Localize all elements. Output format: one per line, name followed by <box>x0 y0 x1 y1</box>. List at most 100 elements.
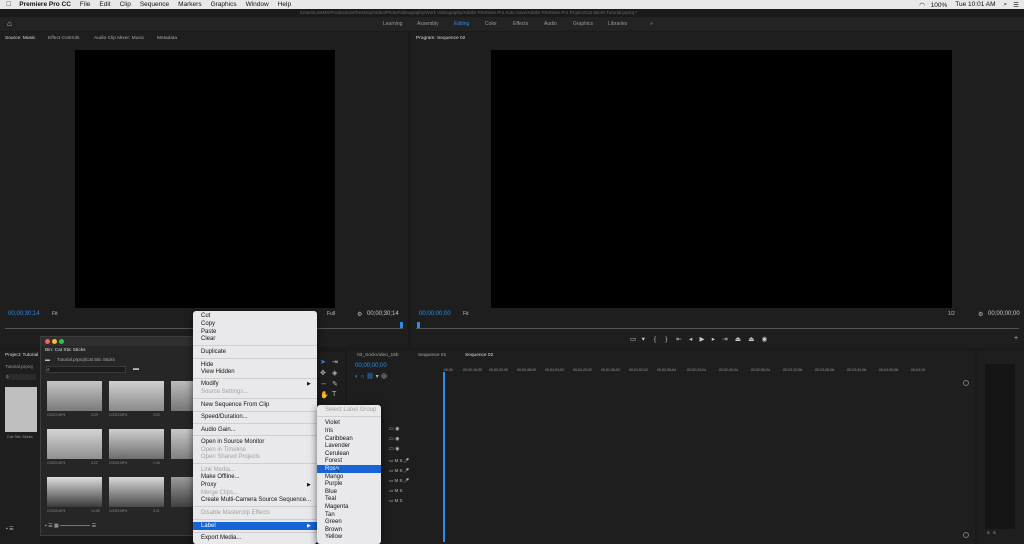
go-to-in-icon[interactable]: ⇤ <box>676 336 681 343</box>
ripple-edit-tool-icon[interactable]: ✥ <box>320 369 326 377</box>
extract-icon[interactable]: ⏏ <box>748 336 754 343</box>
lift-icon[interactable]: ⏏ <box>735 336 741 343</box>
menu-list-icon[interactable]: ☰ <box>1013 1 1019 9</box>
track-v1-header[interactable]: ▭ ◉ <box>389 446 399 452</box>
menu-item-modify[interactable]: Modify <box>201 381 219 387</box>
meter-solo-buttons[interactable]: S S <box>987 530 996 535</box>
label-caribbean[interactable]: Caribbean <box>325 436 353 442</box>
menu-item-make-offline[interactable]: Make Offline... <box>201 474 240 480</box>
clip-thumbnail[interactable] <box>47 381 102 411</box>
timeline-ruler[interactable]: :00;00 00;00;16;00 00;00;32;00 00;00;48;… <box>443 368 973 374</box>
workspace-editing[interactable]: Editing <box>454 21 469 27</box>
menu-file[interactable]: File <box>80 1 90 8</box>
label-yellow[interactable]: Yellow <box>325 534 342 540</box>
play-icon[interactable]: ▶ <box>699 336 704 343</box>
linked-select-icon[interactable]: ⛓ <box>366 374 374 380</box>
marker-icon[interactable]: ▭ <box>630 336 636 343</box>
label-purple[interactable]: Purple <box>325 481 342 487</box>
label-iris[interactable]: Iris <box>325 428 333 434</box>
clip-thumbnail[interactable] <box>109 381 164 411</box>
source-playhead[interactable] <box>400 322 403 328</box>
program-timecode[interactable]: 00;00;00;00 <box>419 311 451 317</box>
menu-item-copy[interactable]: Copy <box>201 321 215 327</box>
track-select-tool-icon[interactable]: ⇥ <box>332 358 338 366</box>
zoom-slider[interactable] <box>60 525 91 527</box>
sort-icon[interactable]: ☰ <box>92 523 96 529</box>
razor-tool-icon[interactable]: ◈ <box>332 369 337 377</box>
workspace-more-icon[interactable]: » <box>650 21 653 27</box>
menu-item-proxy[interactable]: Proxy <box>201 482 216 488</box>
home-icon[interactable]: ⌂ <box>7 19 12 28</box>
list-view-icon[interactable]: ☰ <box>48 523 52 529</box>
program-fit-select[interactable]: Fit <box>463 311 469 317</box>
menu-item-paste[interactable]: Paste <box>201 329 216 335</box>
menu-item-label-row[interactable]: Label ▶ <box>193 522 317 530</box>
write-lock-icon[interactable]: ▪ <box>45 523 47 529</box>
clip-thumbnail[interactable] <box>171 429 195 459</box>
step-back-icon[interactable]: ◂ <box>689 336 692 343</box>
close-icon[interactable] <box>45 339 50 344</box>
label-cerulean[interactable]: Cerulean <box>325 451 349 457</box>
menu-graphics[interactable]: Graphics <box>211 1 237 8</box>
menu-item-open-in-source-monitor[interactable]: Open in Source Monitor <box>201 439 264 445</box>
track-a4-header[interactable]: ▭ M S <box>389 488 403 494</box>
program-settings-icon[interactable]: ⚙ <box>978 311 983 318</box>
workspace-assembly[interactable]: Assembly <box>417 21 439 27</box>
tab-program[interactable]: Program: Sequence 02 <box>416 36 465 41</box>
program-resolution-select[interactable]: 1/2 <box>948 311 955 317</box>
timeline-playhead[interactable] <box>443 372 445 542</box>
tab-project[interactable]: Project: Tutorial <box>5 353 38 358</box>
zoom-icon[interactable] <box>59 339 64 344</box>
menu-markers[interactable]: Markers <box>178 1 201 8</box>
label-tan[interactable]: Tan <box>325 512 335 518</box>
source-fit-select[interactable]: Fit <box>52 311 58 317</box>
menu-sequence[interactable]: Sequence <box>140 1 169 8</box>
label-violet[interactable]: Violet <box>325 420 340 426</box>
workspace-graphics[interactable]: Graphics <box>573 21 593 27</box>
menu-app-name[interactable]: Premiere Pro CC <box>19 1 71 8</box>
menu-window[interactable]: Window <box>246 1 269 8</box>
menu-item-speed-duration[interactable]: Speed/Duration... <box>201 414 248 420</box>
label-lavender[interactable]: Lavender <box>325 443 350 449</box>
lock-icon[interactable]: ▪ <box>6 526 8 532</box>
menu-item-export-media[interactable]: Export Media... <box>201 535 241 541</box>
clip-thumbnail[interactable] <box>109 429 164 459</box>
program-playhead[interactable] <box>417 322 420 328</box>
tab-effect-controls[interactable]: Effect Controls <box>48 36 79 41</box>
type-tool-icon[interactable]: T <box>332 391 336 398</box>
menu-edit[interactable]: Edit <box>99 1 110 8</box>
go-to-out-icon[interactable]: ⇥ <box>722 336 727 343</box>
track-a2-header[interactable]: ▭ M S 🎤 <box>389 468 409 474</box>
settings-wrench-icon[interactable]: ⚙ <box>357 311 362 318</box>
timeline-scroll-handle[interactable] <box>963 532 969 538</box>
menu-item-view-hidden[interactable]: View Hidden <box>201 369 235 375</box>
tab-sequence-01[interactable]: Sequence 01 <box>418 353 446 358</box>
add-button-icon[interactable]: + <box>1014 335 1018 342</box>
list-view-icon[interactable]: ☰ <box>9 526 13 532</box>
wifi-icon[interactable]: ◠ <box>919 2 925 9</box>
workspace-libraries[interactable]: Libraries <box>608 21 627 27</box>
step-forward-icon[interactable]: ▸ <box>712 336 715 343</box>
tab-audio-clip-mixer[interactable]: Audio Clip Mixer: Music <box>94 36 144 41</box>
add-marker-icon[interactable]: ▾ <box>642 336 645 343</box>
menu-item-hide[interactable]: Hide <box>201 362 213 368</box>
menu-clip[interactable]: Clip <box>120 1 131 8</box>
label-green[interactable]: Green <box>325 519 342 525</box>
clip-thumbnail[interactable] <box>109 477 164 507</box>
menu-item-new-sequence-from-clip[interactable]: New Sequence From Clip <box>201 402 269 408</box>
icon-view-icon[interactable]: ▦ <box>54 523 59 529</box>
snap-icon[interactable]: ∩ <box>360 374 364 380</box>
selection-tool-icon[interactable]: ➤ <box>320 358 326 366</box>
workspace-color[interactable]: Color <box>485 21 497 27</box>
apple-icon[interactable]:  <box>6 1 11 8</box>
nest-icon[interactable]: ◐ <box>355 374 359 380</box>
program-video-frame[interactable] <box>491 50 952 308</box>
program-scrubber[interactable] <box>416 328 1019 329</box>
bin-new-bin-icon[interactable]: ▬ <box>133 366 139 372</box>
mark-in-icon[interactable]: { <box>654 336 656 343</box>
track-a3-header[interactable]: ▭ M S 🎤 <box>389 478 409 484</box>
tab-source[interactable]: Source: Music <box>5 36 35 41</box>
label-forest[interactable]: Forest <box>325 458 342 464</box>
workspace-effects[interactable]: Effects <box>513 21 528 27</box>
timeline-timecode[interactable]: 00;00;00;00 <box>355 363 387 369</box>
